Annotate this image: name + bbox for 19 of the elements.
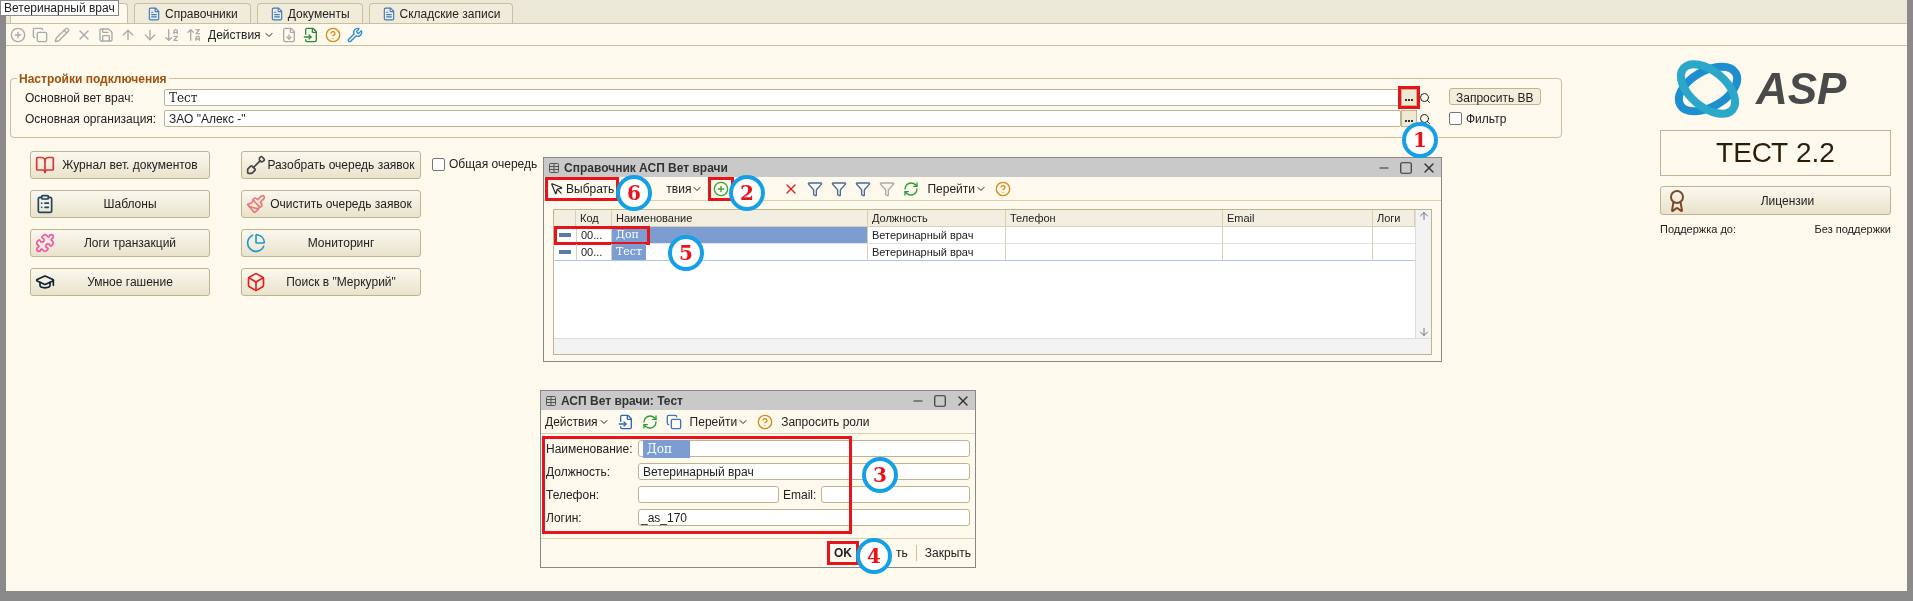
support-value: Без поддержки bbox=[1814, 222, 1891, 237]
window-title: Справочник АСП Вет врачи bbox=[564, 159, 728, 177]
checkbox-label: Фильтр bbox=[1466, 110, 1507, 128]
field-label: Основной вет врач: bbox=[25, 89, 135, 107]
window-title: АСП Вет врачи: Тест bbox=[561, 392, 683, 410]
table-cell: Ветеринарный врач bbox=[868, 227, 1006, 243]
support-label: Поддержка до: bbox=[1660, 222, 1737, 237]
checkbox-label: Общая очередь bbox=[449, 156, 538, 173]
table-cell: Ветеринарный врач bbox=[868, 244, 1006, 260]
group-title: Настройки подключения bbox=[17, 70, 169, 88]
field-label: Телефон: bbox=[546, 486, 601, 504]
field-label: Наименование: bbox=[546, 440, 634, 458]
tooltip: Ветеринарный врач bbox=[0, 0, 119, 16]
field-label: Должность: bbox=[546, 463, 612, 481]
version-box: ТЕСТ 2.2 bbox=[1660, 130, 1891, 176]
field-label: Email: bbox=[783, 486, 818, 504]
field-label: Логин: bbox=[546, 509, 583, 527]
logo-text: ASP bbox=[1756, 67, 1847, 111]
field-label: Основная организация: bbox=[25, 110, 158, 128]
